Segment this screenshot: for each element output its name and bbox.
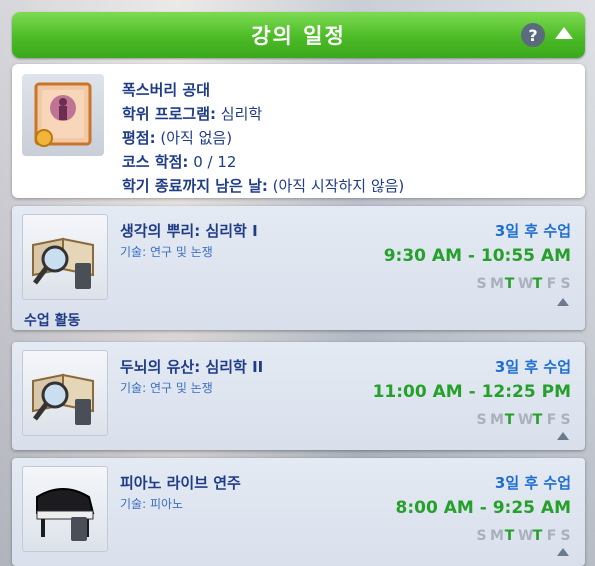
expand-arrow-icon[interactable]: [557, 298, 569, 306]
course-days: S M T W T F S: [476, 528, 571, 544]
course-days: S M T W T F S: [476, 412, 571, 428]
piano-icon: [22, 466, 108, 552]
magnifier-book-icon: [22, 350, 108, 436]
course-skill: 기술: 연구 및 논쟁: [120, 245, 213, 259]
day-letter: F: [546, 276, 557, 292]
course-card[interactable]: 피아노 라이브 연주 기술: 피아노 3일 후 수업 8:00 AM - 9:2…: [12, 458, 585, 566]
day-letter: F: [546, 412, 557, 428]
day-letter: S: [560, 528, 571, 544]
course-next-class: 3일 후 수업: [494, 474, 571, 492]
course-card[interactable]: 두뇌의 유산: 심리학 II 기술: 연구 및 논쟁 3일 후 수업 11:00…: [12, 342, 585, 450]
course-name: 두뇌의 유산: 심리학 II: [120, 358, 264, 376]
course-days: S M T W T F S: [476, 276, 571, 292]
day-letter: S: [476, 276, 487, 292]
day-letter: M: [490, 528, 504, 544]
day-letter-active: T: [504, 528, 515, 544]
course-time: 9:30 AM - 10:55 AM: [383, 246, 571, 266]
expand-arrow-icon[interactable]: [557, 548, 569, 556]
day-letter: M: [490, 412, 504, 428]
help-button[interactable]: ?: [521, 23, 545, 47]
day-letter-active: T: [532, 528, 543, 544]
course-name: 생각의 뿌리: 심리학 I: [120, 222, 258, 240]
term-end-label: 학기 종료까지 남은 날:: [122, 177, 268, 195]
degree-info-card: 폭스버리 공대 학위 프로그램: 심리학 평점: (아직 없음) 코스 학점: …: [12, 64, 585, 198]
magnifier-book-icon: [22, 214, 108, 300]
course-time: 11:00 AM - 12:25 PM: [372, 382, 571, 402]
course-name: 피아노 라이브 연주: [120, 474, 241, 492]
credits-row: 코스 학점: 0 / 12: [122, 150, 404, 174]
course-card[interactable]: 생각의 뿌리: 심리학 I 기술: 연구 및 논쟁 3일 후 수업 9:30 A…: [12, 206, 585, 330]
day-letter: S: [560, 276, 571, 292]
day-letter: S: [560, 412, 571, 428]
day-letter-active: T: [504, 412, 515, 428]
day-letter: W: [518, 528, 534, 544]
day-letter-active: T: [504, 276, 515, 292]
page-title: 강의 일정: [251, 24, 346, 48]
credits-value: 0 / 12: [188, 153, 237, 171]
day-letter-active: T: [532, 276, 543, 292]
degree-program-value: 심리학: [216, 105, 263, 123]
university-name: 폭스버리 공대: [122, 81, 211, 99]
day-letter: S: [476, 412, 487, 428]
day-letter-active: T: [532, 412, 543, 428]
day-letter: W: [518, 412, 534, 428]
credits-label: 코스 학점:: [122, 153, 189, 171]
course-skill: 기술: 피아노: [120, 497, 184, 511]
class-activities-link[interactable]: 수업 활동: [24, 310, 80, 330]
degree-program-label: 학위 프로그램:: [122, 105, 217, 123]
day-letter: W: [518, 276, 534, 292]
expand-arrow-icon[interactable]: [557, 432, 569, 440]
course-skill: 기술: 연구 및 논쟁: [120, 381, 213, 395]
gpa-row: 평점: (아직 없음): [122, 126, 404, 150]
day-letter: S: [476, 528, 487, 544]
diploma-icon: [22, 74, 104, 156]
term-end-row: 학기 종료까지 남은 날: (아직 시작하지 않음): [122, 174, 404, 198]
day-letter: F: [546, 528, 557, 544]
schedule-header[interactable]: 강의 일정 ?: [12, 12, 585, 58]
course-next-class: 3일 후 수업: [494, 358, 571, 376]
gpa-label: 평점:: [122, 129, 156, 147]
gpa-value: (아직 없음): [155, 129, 233, 147]
course-next-class: 3일 후 수업: [494, 222, 571, 240]
day-letter: M: [490, 276, 504, 292]
degree-program-row: 학위 프로그램: 심리학: [122, 102, 404, 126]
collapse-arrow-icon[interactable]: [555, 27, 573, 39]
course-time: 8:00 AM - 9:25 AM: [395, 498, 571, 518]
term-end-value: (아직 시작하지 않음): [267, 177, 405, 195]
